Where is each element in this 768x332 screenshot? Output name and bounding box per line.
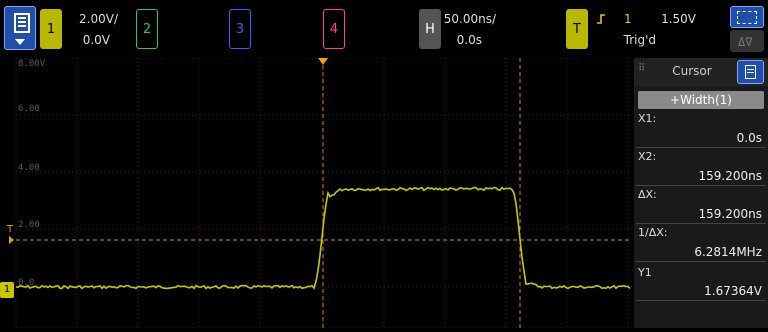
panel-menu-button[interactable] (737, 60, 764, 84)
cursor-panel-header: ⠿ Cursor (634, 58, 768, 86)
channel-2-number: 2 (142, 21, 152, 37)
trigger-level-marker-label: T (7, 224, 14, 235)
channel-2-button[interactable]: 2 (136, 9, 158, 49)
cursor-mode-button[interactable]: +Width(1) (638, 91, 764, 109)
cursor-panel-title: Cursor (672, 64, 712, 78)
x2-label: X2: (638, 150, 657, 163)
divider (636, 261, 766, 262)
trigger-source: 1 (624, 12, 632, 26)
grid-label-4v: 4.00 (18, 163, 40, 173)
rising-edge-icon (596, 10, 606, 24)
grid-label-8v: 8.00V (18, 59, 46, 69)
trigger-level: 1.50V (661, 12, 696, 26)
channel-3-button[interactable]: 3 (229, 9, 251, 49)
y1-label: Y1 (638, 266, 652, 279)
divider (636, 147, 766, 148)
channel-4-button[interactable]: 4 (323, 9, 345, 49)
horizontal-scale: 50.00ns/ (443, 12, 496, 26)
menu-icon (14, 13, 30, 33)
touch-mode-button[interactable]: Δ∇ (730, 30, 764, 52)
divider (636, 300, 766, 301)
drag-handle-icon[interactable]: ⠿ (638, 64, 645, 78)
inverse-delta-x-value: 6.2814MHz (694, 245, 762, 259)
inverse-delta-x-label: 1/ΔX: (638, 226, 668, 239)
x2-value: 159.200ns (698, 169, 762, 183)
y1-value: 1.67364V (704, 284, 762, 298)
grid-label-2v: 2.00 (18, 220, 40, 230)
cursor-panel: ⠿ Cursor +Width(1) X1: 0.0s X2: 159.200n… (634, 58, 768, 328)
grid-label-6v: 6.00 (18, 104, 40, 114)
voltage-labels: 8.00V 6.00 4.00 2.00 0.0 (18, 59, 46, 288)
waveform-graticule: 8.00V 6.00 4.00 2.00 0.0 (15, 57, 632, 329)
horizontal-button[interactable]: H (419, 9, 441, 49)
divider (636, 185, 766, 186)
channel-1-button[interactable]: 1 (40, 9, 62, 49)
svg-text:Δ∇: Δ∇ (738, 35, 753, 49)
marker-arrow-icon (9, 236, 14, 244)
chevron-down-icon (15, 39, 25, 45)
horizontal-key: H (425, 21, 435, 37)
delta-gesture-icon: Δ∇ (735, 33, 759, 49)
trigger-button[interactable]: T (566, 9, 588, 49)
document-icon (745, 65, 756, 79)
channel-1-scale: 2.00V/ (79, 12, 118, 26)
zoom-select-button[interactable] (730, 6, 764, 28)
delta-x-label: ΔX: (638, 188, 657, 201)
channel-3-number: 3 (235, 21, 245, 37)
trigger-level-marker[interactable]: T (6, 224, 20, 244)
trigger-key: T (573, 21, 581, 37)
x1-value: 0.0s (736, 131, 762, 145)
delta-x-value: 159.200ns (698, 207, 762, 221)
ground-marker-label: 1 (3, 284, 11, 295)
trigger-position-marker[interactable] (318, 58, 328, 65)
channel-1-number: 1 (46, 21, 56, 37)
horizontal-delay: 0.0s (456, 33, 482, 47)
channel-1-offset: 0.0V (82, 33, 110, 47)
waveform-display[interactable]: 8.00V 6.00 4.00 2.00 0.0 T 1 (0, 57, 632, 329)
selection-box-icon (737, 11, 757, 24)
trigger-status: Trig'd (623, 33, 656, 47)
channel-4-number: 4 (329, 21, 339, 37)
top-status-bar: 1 2.00V/ 0.0V 2 3 4 H 50.00ns/ 0.0s T 1 … (0, 0, 768, 58)
divider (636, 223, 766, 224)
x1-label: X1: (638, 112, 657, 125)
channel-1-ground-marker[interactable]: 1 (0, 282, 14, 298)
menu-button[interactable] (4, 6, 36, 50)
